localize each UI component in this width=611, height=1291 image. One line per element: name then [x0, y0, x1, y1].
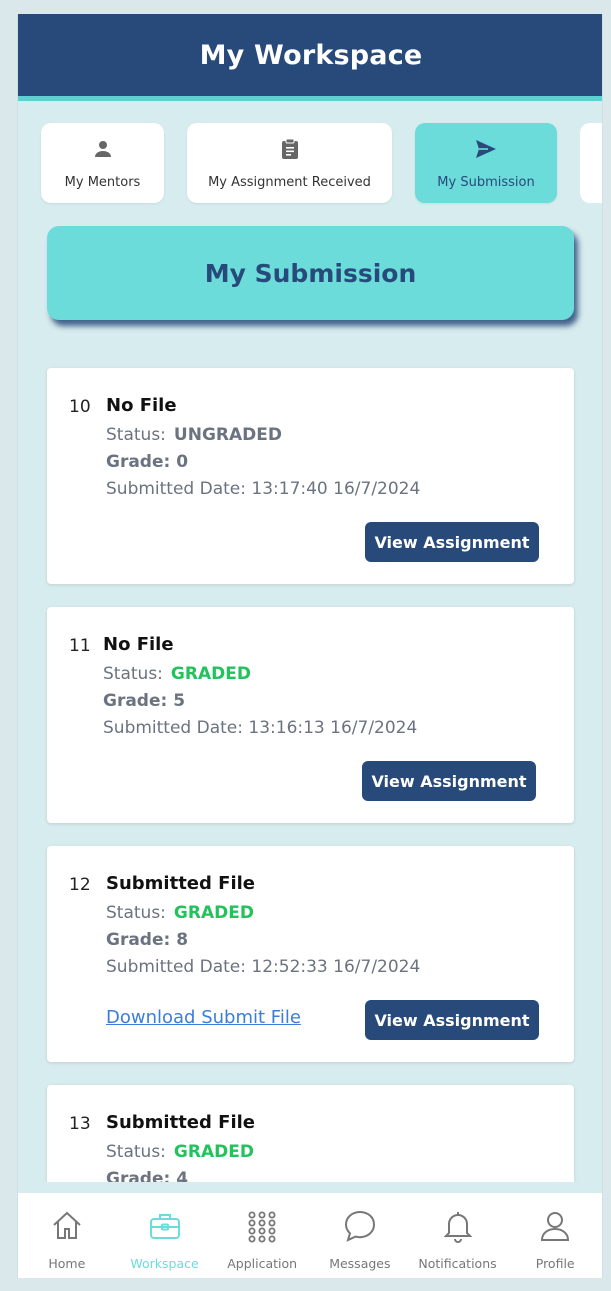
nav-item-application[interactable]: Application [213, 1193, 311, 1278]
grid-icon [245, 1209, 279, 1247]
app-header: My Workspace [18, 14, 602, 96]
grade-text: Grade: 0 [106, 452, 189, 472]
header-divider [18, 96, 602, 101]
submission-title: No File [106, 395, 177, 416]
nav-item-home[interactable]: Home [18, 1193, 116, 1278]
submitted-date: Submitted Date: 13:16:13 16/7/2024 [103, 718, 418, 738]
nav-label: Profile [535, 1256, 575, 1271]
submission-list[interactable]: 10 No File Status: UNGRADED Grade: 0 Subm… [18, 354, 602, 1182]
page-title: My Workspace [199, 39, 423, 71]
status-label: Status: [106, 903, 166, 923]
app-frame: My Workspace My Mentors My Assignment Re… [17, 14, 603, 1278]
status-badge: UNGRADED [173, 425, 282, 445]
nav-label: Application [227, 1256, 298, 1271]
nav-label: Workspace [130, 1256, 199, 1271]
grade-text: Grade: 5 [103, 691, 186, 711]
chat-icon [343, 1209, 377, 1247]
nav-item-notifications[interactable]: Notifications [409, 1193, 507, 1278]
send-icon [474, 137, 498, 165]
view-assignment-button[interactable]: View Assignment [362, 761, 536, 801]
person-icon [91, 137, 115, 165]
nav-item-profile[interactable]: Profile [506, 1193, 602, 1278]
workspace-tabs: My Mentors My Assignment Received My Sub… [18, 123, 602, 203]
tab-my-mentors[interactable]: My Mentors [41, 123, 164, 203]
bottom-nav: Home Workspace Application Messages Noti… [18, 1193, 602, 1278]
status-label: Status: [103, 664, 163, 684]
tab-my-submission[interactable]: My Submission [415, 123, 557, 203]
home-icon [50, 1209, 84, 1247]
submission-card: 12 Submitted File Status: GRADED Grade: 8… [47, 846, 574, 1062]
submission-title: Submitted File [106, 873, 256, 894]
nav-label: Messages [329, 1256, 391, 1271]
clipboard-icon [278, 137, 302, 165]
status-badge: GRADED [173, 903, 254, 923]
status-label: Status: [106, 425, 166, 445]
submission-index: 11 [69, 636, 91, 656]
status-badge: GRADED [170, 664, 251, 684]
status-label: Status: [106, 1142, 166, 1162]
nav-item-workspace[interactable]: Workspace [116, 1193, 214, 1278]
submission-card: 11 No File Status: GRADED Grade: 5 Submit… [47, 607, 574, 823]
status-badge: GRADED [173, 1142, 254, 1162]
download-submit-file-link[interactable]: Download Submit File [106, 1007, 301, 1028]
tab-overflow[interactable] [580, 123, 602, 203]
nav-label: Home [48, 1256, 86, 1271]
section-header: My Submission [47, 226, 574, 320]
submission-card: 10 No File Status: UNGRADED Grade: 0 Subm… [47, 368, 574, 584]
view-assignment-button[interactable]: View Assignment [365, 1000, 539, 1040]
grade-text: Grade: 4 [106, 1169, 189, 1182]
submitted-date: Submitted Date: 13:17:40 16/7/2024 [106, 479, 421, 499]
submission-index: 12 [69, 875, 91, 895]
bell-icon [441, 1209, 475, 1247]
submission-title: No File [103, 634, 174, 655]
user-icon [538, 1209, 572, 1247]
submission-index: 13 [69, 1114, 91, 1134]
submission-card: 13 Submitted File Status: GRADED Grade: 4 [47, 1085, 574, 1182]
tab-label: My Submission [437, 174, 535, 190]
submitted-date: Submitted Date: 12:52:33 16/7/2024 [106, 957, 421, 977]
grade-text: Grade: 8 [106, 930, 189, 950]
tab-label: My Mentors [64, 174, 141, 190]
nav-label: Notifications [418, 1256, 497, 1271]
briefcase-icon [148, 1209, 182, 1247]
submission-index: 10 [69, 397, 91, 417]
tab-label: My Assignment Received [208, 174, 371, 190]
view-assignment-button[interactable]: View Assignment [365, 522, 539, 562]
nav-item-messages[interactable]: Messages [311, 1193, 409, 1278]
submission-title: Submitted File [106, 1112, 256, 1133]
section-title: My Submission [204, 258, 417, 288]
tab-my-assignment-received[interactable]: My Assignment Received [187, 123, 392, 203]
